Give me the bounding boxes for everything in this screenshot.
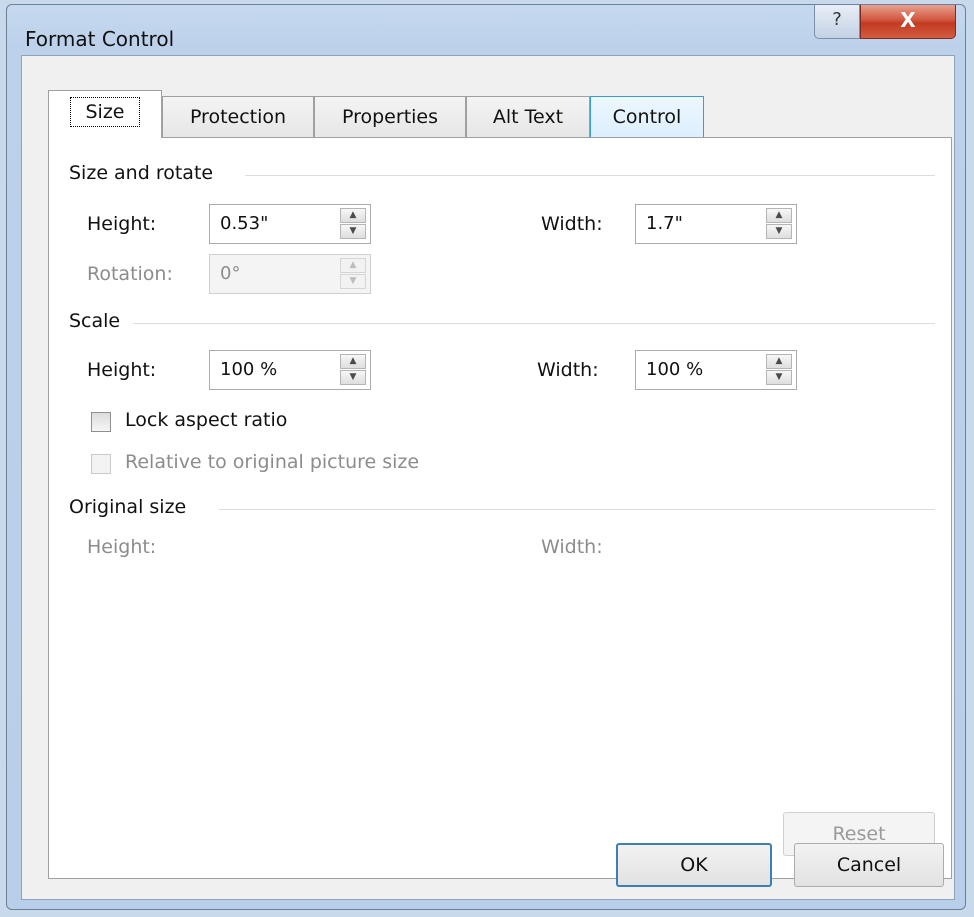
size-tab-panel: Size and rotate Height: 0.53" ▲ ▼ Width:… <box>48 137 952 879</box>
section-divider <box>219 509 935 510</box>
help-icon: ? <box>832 9 842 30</box>
format-control-dialog: Format Control ? X Size Protection Prope… <box>6 4 966 910</box>
scale-width-value: 100 % <box>646 359 704 380</box>
section-divider <box>245 175 935 176</box>
close-icon: X <box>900 8 916 32</box>
cancel-button[interactable]: Cancel <box>794 843 944 887</box>
scale-height-label: Height: <box>87 359 157 381</box>
width-spinner[interactable]: 1.7" ▲ ▼ <box>635 204 797 244</box>
spin-up-icon[interactable]: ▲ <box>766 208 792 223</box>
scale-width-label: Width: <box>537 359 599 381</box>
height-spinner[interactable]: 0.53" ▲ ▼ <box>209 204 371 244</box>
scale-heading: Scale <box>69 310 121 332</box>
spin-down-icon[interactable]: ▼ <box>340 224 366 239</box>
tab-size[interactable]: Size <box>48 90 162 138</box>
spin-up-icon[interactable]: ▲ <box>340 354 366 369</box>
spin-down-icon: ▼ <box>340 274 366 289</box>
dialog-client-area: Size Protection Properties Alt Text Cont… <box>21 55 955 900</box>
scale-height-spinner[interactable]: 100 % ▲ ▼ <box>209 350 371 390</box>
tab-control[interactable]: Control <box>590 96 704 138</box>
relative-original-size-label: Relative to original picture size <box>125 451 420 473</box>
size-rotate-heading: Size and rotate <box>69 162 214 184</box>
tab-label: Protection <box>189 106 287 128</box>
tab-label: Alt Text <box>492 106 564 128</box>
tab-label: Properties <box>341 106 439 128</box>
rotation-value: 0° <box>220 263 241 284</box>
relative-original-size-checkbox <box>91 454 111 474</box>
section-divider <box>133 323 935 324</box>
tab-protection[interactable]: Protection <box>162 96 314 138</box>
width-value: 1.7" <box>646 213 683 234</box>
help-button[interactable]: ? <box>814 5 860 39</box>
dialog-title: Format Control <box>25 27 175 51</box>
scale-height-value: 100 % <box>220 359 278 380</box>
spin-up-icon[interactable]: ▲ <box>340 208 366 223</box>
ok-button[interactable]: OK <box>616 843 772 887</box>
spin-down-icon[interactable]: ▼ <box>766 224 792 239</box>
lock-aspect-ratio-label[interactable]: Lock aspect ratio <box>125 409 287 431</box>
tab-alt-text[interactable]: Alt Text <box>466 96 590 138</box>
original-width-label: Width: <box>541 536 603 558</box>
spin-down-icon[interactable]: ▼ <box>766 370 792 385</box>
spin-down-icon[interactable]: ▼ <box>340 370 366 385</box>
width-label: Width: <box>541 213 603 235</box>
scale-width-spinner[interactable]: 100 % ▲ ▼ <box>635 350 797 390</box>
height-value: 0.53" <box>220 213 269 234</box>
tab-properties[interactable]: Properties <box>314 96 466 138</box>
tab-label: Size <box>70 97 140 127</box>
tab-label: Control <box>612 106 682 128</box>
height-label: Height: <box>87 213 157 235</box>
rotation-label: Rotation: <box>87 263 173 285</box>
rotation-spinner: 0° ▲ ▼ <box>209 254 371 294</box>
original-height-label: Height: <box>87 536 157 558</box>
original-size-heading: Original size <box>69 496 187 518</box>
lock-aspect-ratio-checkbox[interactable] <box>91 412 111 432</box>
spin-up-icon: ▲ <box>340 258 366 273</box>
spin-up-icon[interactable]: ▲ <box>766 354 792 369</box>
close-button[interactable]: X <box>860 5 956 39</box>
